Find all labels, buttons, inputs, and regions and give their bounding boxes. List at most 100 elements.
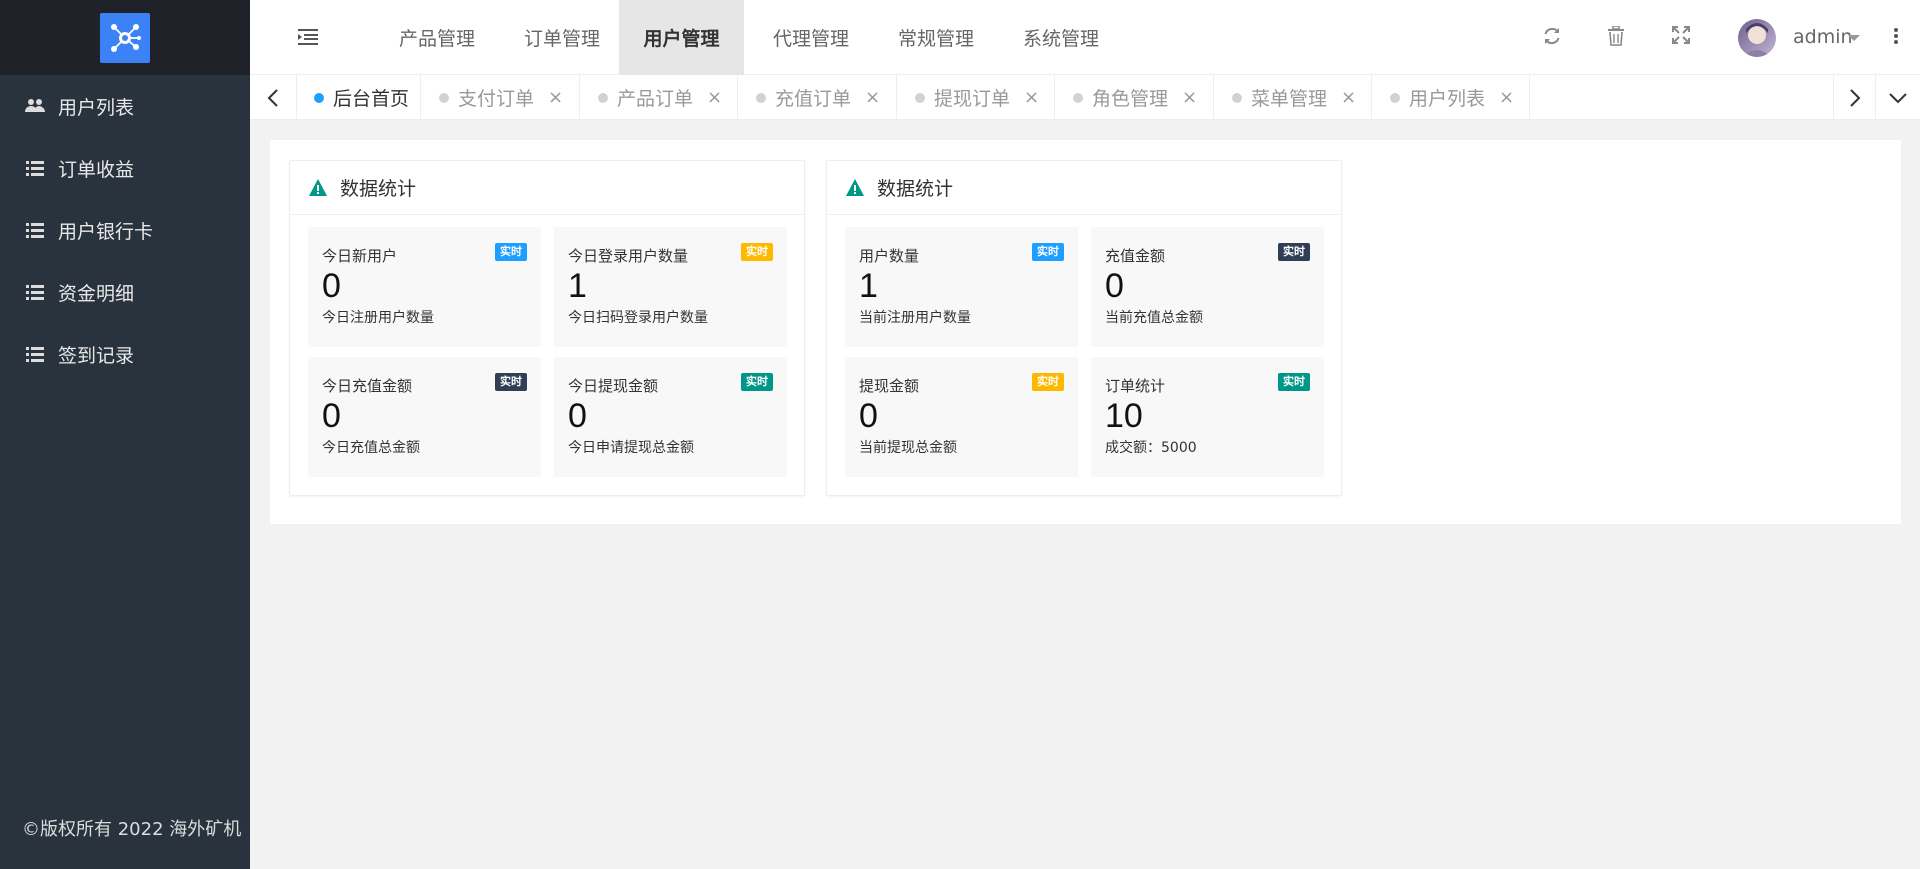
- tabs-dropdown-icon[interactable]: [1876, 75, 1920, 120]
- realtime-badge: 实时: [1278, 243, 1310, 261]
- tab-product-orders[interactable]: 产品订单 ×: [580, 75, 738, 120]
- sidebar-item-checkin-records[interactable]: 签到记录: [0, 323, 250, 385]
- username[interactable]: admin: [1793, 26, 1853, 48]
- close-icon[interactable]: ×: [865, 87, 880, 108]
- close-icon[interactable]: ×: [1024, 87, 1039, 108]
- tab-dot: [915, 92, 925, 103]
- sidebar-item-label: 资金明细: [58, 282, 135, 305]
- list-icon: [24, 345, 46, 363]
- stat-label: 用户数量: [859, 247, 920, 265]
- close-icon[interactable]: ×: [1341, 87, 1356, 108]
- warning-icon: [846, 178, 864, 196]
- stat-user-count: 用户数量 实时 1 当前注册用户数量: [845, 227, 1078, 347]
- nav-system-management[interactable]: 系统管理: [999, 0, 1123, 75]
- sidebar-item-user-bank-card[interactable]: 用户银行卡: [0, 199, 250, 261]
- card-header: 数据统计: [290, 161, 804, 215]
- sidebar-item-label: 用户银行卡: [58, 220, 154, 243]
- logo[interactable]: [100, 12, 150, 63]
- stat-withdraw-amount: 提现金额 实时 0 当前提现总金额: [845, 357, 1078, 477]
- stat-desc: 今日注册用户数量: [322, 310, 434, 326]
- stat-today-new-users: 今日新用户 实时 0 今日注册用户数量: [308, 227, 541, 347]
- tab-label: 菜单管理: [1251, 88, 1328, 110]
- list-icon: [24, 159, 46, 177]
- card-title: 数据统计: [340, 178, 417, 200]
- warning-icon: [309, 178, 327, 196]
- card-title: 数据统计: [877, 178, 954, 200]
- avatar[interactable]: [1738, 19, 1776, 57]
- tab-label: 充值订单: [775, 88, 852, 110]
- username-label: admin: [1793, 26, 1853, 48]
- nav-product-management[interactable]: 产品管理: [375, 0, 499, 75]
- stat-value: 1: [859, 267, 878, 305]
- card-header: 数据统计: [827, 161, 1341, 215]
- realtime-badge: 实时: [741, 243, 773, 261]
- close-icon[interactable]: ×: [548, 87, 563, 108]
- sidebar-item-label: 订单收益: [58, 158, 135, 181]
- tab-dot: [756, 92, 766, 103]
- tabs-next-icon[interactable]: [1833, 75, 1876, 120]
- caret-down-icon[interactable]: [1847, 30, 1861, 44]
- stat-label: 订单统计: [1105, 377, 1166, 395]
- more-vertical-icon[interactable]: [1893, 26, 1903, 48]
- page-tabs-bar: 后台首页 支付订单 × 产品订单 × 充值订单 × 提现订单 × 角色管理 × …: [250, 75, 1920, 120]
- list-icon: [24, 221, 46, 239]
- tab-dot: [1232, 92, 1242, 103]
- trash-icon[interactable]: [1607, 25, 1629, 48]
- nav-user-management[interactable]: 用户管理: [619, 0, 744, 75]
- tab-withdraw-orders[interactable]: 提现订单 ×: [897, 75, 1055, 120]
- stat-value: 0: [859, 397, 878, 435]
- stat-value: 0: [322, 267, 341, 305]
- top-header: 产品管理 订单管理 用户管理 代理管理 常规管理 系统管理 admin: [250, 0, 1920, 75]
- close-icon[interactable]: ×: [1182, 87, 1197, 108]
- realtime-badge: 实时: [495, 373, 527, 391]
- stat-desc: 今日扫码登录用户数量: [568, 310, 708, 326]
- tab-label: 角色管理: [1092, 88, 1169, 110]
- stat-value: 10: [1105, 397, 1143, 435]
- sidebar-item-user-list[interactable]: 用户列表: [0, 75, 250, 137]
- realtime-badge: 实时: [741, 373, 773, 391]
- sidebar-item-order-income[interactable]: 订单收益: [0, 137, 250, 199]
- stat-label: 今日登录用户数量: [568, 247, 689, 265]
- stat-label: 今日提现金额: [568, 377, 659, 395]
- tab-label: 后台首页: [333, 88, 410, 110]
- fullscreen-icon[interactable]: [1672, 26, 1694, 48]
- stat-value: 1: [568, 267, 587, 305]
- network-logo-icon: [111, 23, 141, 52]
- tab-home[interactable]: 后台首页: [297, 75, 421, 120]
- stat-desc: 当前提现总金额: [859, 440, 957, 456]
- tab-payment-orders[interactable]: 支付订单 ×: [421, 75, 580, 120]
- users-icon: [24, 97, 46, 115]
- tab-dot: [598, 92, 608, 103]
- stat-today-login-users: 今日登录用户数量 实时 1 今日扫码登录用户数量: [554, 227, 787, 347]
- nav-order-management[interactable]: 订单管理: [500, 0, 624, 75]
- stat-desc: 成交额：5000: [1105, 440, 1197, 456]
- sidebar: 用户列表 订单收益 用户银行卡 资金明细 签到记录 ©版权所有 2022 海外矿…: [0, 0, 250, 869]
- close-icon[interactable]: ×: [1499, 87, 1514, 108]
- sidebar-item-fund-details[interactable]: 资金明细: [0, 261, 250, 323]
- stat-today-withdraw: 今日提现金额 实时 0 今日申请提现总金额: [554, 357, 787, 477]
- stat-desc: 当前充值总金额: [1105, 310, 1203, 326]
- stat-today-recharge: 今日充值金额 实时 0 今日充值总金额: [308, 357, 541, 477]
- stat-value: 0: [568, 397, 587, 435]
- stats-card-today: 数据统计 今日新用户 实时 0 今日注册用户数量 今日登录用户数量 实时 1 今…: [289, 160, 805, 496]
- stats-card-total: 数据统计 用户数量 实时 1 当前注册用户数量 充值金额 实时 0 当前充值总金…: [826, 160, 1342, 496]
- close-icon[interactable]: ×: [707, 87, 722, 108]
- menu-fold-icon[interactable]: [298, 28, 320, 46]
- list-icon: [24, 283, 46, 301]
- refresh-icon[interactable]: [1542, 26, 1564, 48]
- tab-label: 支付订单: [458, 88, 535, 110]
- stat-desc: 当前注册用户数量: [859, 310, 971, 326]
- realtime-badge: 实时: [1032, 243, 1064, 261]
- tab-recharge-orders[interactable]: 充值订单 ×: [738, 75, 897, 120]
- tab-menu-management[interactable]: 菜单管理 ×: [1214, 75, 1372, 120]
- nav-agent-management[interactable]: 代理管理: [749, 0, 873, 75]
- tabs-prev-icon[interactable]: [250, 75, 297, 120]
- stat-value: 0: [1105, 267, 1124, 305]
- sidebar-item-label: 签到记录: [58, 344, 135, 367]
- nav-general-management[interactable]: 常规管理: [874, 0, 998, 75]
- tab-user-list[interactable]: 用户列表 ×: [1372, 75, 1530, 120]
- tab-role-management[interactable]: 角色管理 ×: [1055, 75, 1214, 120]
- copyright: ©版权所有 2022 海外矿机: [22, 819, 242, 840]
- stat-recharge-amount: 充值金额 实时 0 当前充值总金额: [1091, 227, 1324, 347]
- realtime-badge: 实时: [495, 243, 527, 261]
